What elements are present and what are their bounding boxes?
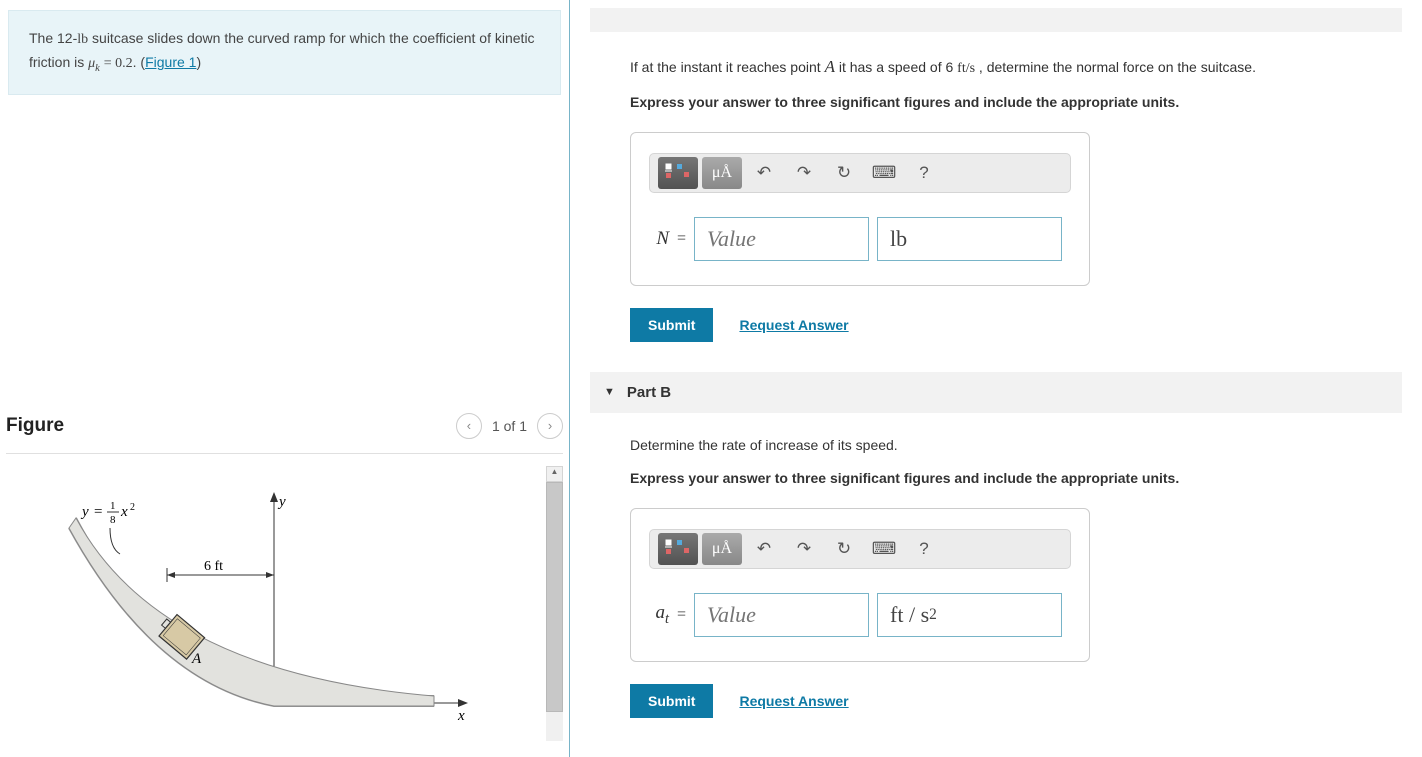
- part-b-title: Part B: [627, 384, 671, 401]
- problem-statement: The 12-lb suitcase slides down the curve…: [8, 10, 561, 95]
- reset-icon[interactable]: ↻: [826, 157, 862, 189]
- part-a-bar: [590, 8, 1402, 32]
- units-button[interactable]: μÅ: [702, 157, 742, 189]
- redo-icon[interactable]: ↷: [786, 533, 822, 565]
- collapse-icon[interactable]: ▼: [604, 386, 615, 398]
- figure-scrollbar[interactable]: ▲: [546, 466, 563, 741]
- part-a-question: If at the instant it reaches point A it …: [630, 54, 1382, 80]
- reset-icon[interactable]: ↻: [826, 533, 862, 565]
- part-a-answer-panel: μÅ ↶ ↷ ↻ ⌨ ? N = lb: [630, 132, 1090, 286]
- svg-text:y: y: [277, 494, 286, 510]
- part-b-value-input[interactable]: [694, 593, 869, 637]
- scroll-thumb[interactable]: [546, 482, 563, 712]
- equals-sign: =: [677, 606, 686, 624]
- redo-icon[interactable]: ↷: [786, 157, 822, 189]
- equals-sign: =: [677, 230, 686, 248]
- svg-text:x: x: [457, 708, 465, 724]
- keyboard-icon[interactable]: ⌨: [866, 533, 902, 565]
- part-b-unit-input[interactable]: ft / s2: [877, 593, 1062, 637]
- undo-icon[interactable]: ↶: [746, 157, 782, 189]
- figure-counter: 1 of 1: [492, 418, 527, 434]
- figure-link[interactable]: Figure 1: [145, 54, 196, 70]
- answer-toolbar: μÅ ↶ ↷ ↻ ⌨ ?: [649, 153, 1071, 193]
- part-a-submit-button[interactable]: Submit: [630, 308, 713, 342]
- problem-mu-val: = 0.2: [104, 56, 133, 71]
- part-a-value-input[interactable]: [694, 217, 869, 261]
- left-pane: The 12-lb suitcase slides down the curve…: [0, 0, 570, 757]
- problem-text: . (: [133, 54, 145, 70]
- help-icon[interactable]: ?: [906, 157, 942, 189]
- templates-button[interactable]: [658, 533, 698, 565]
- problem-text: The 12-: [29, 30, 77, 46]
- help-icon[interactable]: ?: [906, 533, 942, 565]
- part-a-request-answer-link[interactable]: Request Answer: [739, 317, 848, 333]
- figure-title: Figure: [6, 415, 64, 437]
- figure-next-button[interactable]: ›: [537, 413, 563, 439]
- svg-text:2: 2: [130, 502, 135, 513]
- part-b-body: Determine the rate of increase of its sp…: [590, 413, 1402, 718]
- svg-text:=: =: [94, 504, 102, 520]
- part-a-body: If at the instant it reaches point A it …: [590, 32, 1402, 342]
- keyboard-icon[interactable]: ⌨: [866, 157, 902, 189]
- problem-unit: lb: [77, 32, 88, 47]
- svg-text:A: A: [191, 651, 202, 667]
- svg-text:y: y: [80, 504, 89, 520]
- part-b-instruction: Express your answer to three significant…: [630, 470, 1382, 486]
- part-a-variable: N: [649, 228, 669, 250]
- svg-text:8: 8: [110, 514, 116, 526]
- undo-icon[interactable]: ↶: [746, 533, 782, 565]
- templates-button[interactable]: [658, 157, 698, 189]
- part-b-bar[interactable]: ▼ Part B: [590, 372, 1402, 413]
- svg-text:x: x: [120, 504, 128, 520]
- part-b-request-answer-link[interactable]: Request Answer: [739, 693, 848, 709]
- figure-diagram: y x A y: [6, 466, 546, 741]
- part-b-variable: at: [649, 602, 669, 628]
- right-pane: If at the instant it reaches point A it …: [570, 0, 1422, 757]
- answer-toolbar: μÅ ↶ ↷ ↻ ⌨ ?: [649, 529, 1071, 569]
- part-b-submit-button[interactable]: Submit: [630, 684, 713, 718]
- figure-section: Figure ‹ 1 of 1 › y x: [0, 405, 569, 741]
- part-a-unit-input[interactable]: lb: [877, 217, 1062, 261]
- svg-text:6 ft: 6 ft: [204, 559, 223, 574]
- units-button[interactable]: μÅ: [702, 533, 742, 565]
- svg-text:1: 1: [110, 500, 116, 512]
- problem-mu: μk: [88, 56, 100, 71]
- figure-prev-button[interactable]: ‹: [456, 413, 482, 439]
- scroll-up-icon[interactable]: ▲: [546, 466, 563, 482]
- part-a-instruction: Express your answer to three significant…: [630, 94, 1382, 110]
- part-b-answer-panel: μÅ ↶ ↷ ↻ ⌨ ? at = ft / s2: [630, 508, 1090, 662]
- part-b-question: Determine the rate of increase of its sp…: [630, 435, 1382, 456]
- problem-text: ): [196, 54, 201, 70]
